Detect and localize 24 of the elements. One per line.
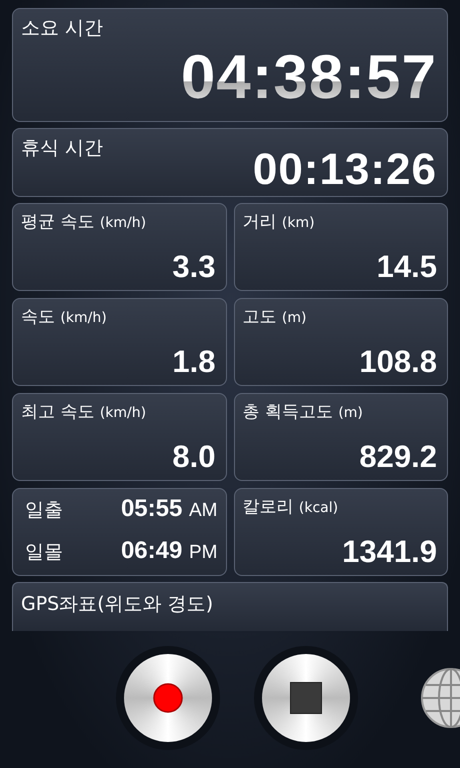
time-value: 00:13:26 bbox=[252, 148, 437, 192]
sun-time: 05:55 AM bbox=[120, 494, 218, 523]
record-dot-icon bbox=[153, 683, 183, 714]
stat-label: 거리 (km) bbox=[242, 210, 315, 233]
card-label: 휴식 시간 bbox=[21, 136, 104, 161]
stat-value: 1341.9 bbox=[342, 536, 437, 567]
stat-value: 1.8 bbox=[172, 346, 216, 377]
sun-time: 06:49 PM bbox=[120, 536, 218, 565]
stop-square-icon bbox=[290, 682, 322, 714]
gps-label: GPS좌표(위도와 경도) bbox=[21, 592, 214, 617]
card-label: 소요 시간 bbox=[21, 16, 104, 41]
stat-label: 속도 (km/h) bbox=[21, 306, 107, 328]
stat-value: 3.3 bbox=[172, 250, 216, 282]
sun-label: 일출 bbox=[25, 498, 63, 523]
stat-label: 평균 속도 (km/h) bbox=[21, 210, 146, 233]
stat-label: 칼로리 (kcal) bbox=[242, 496, 338, 518]
stat-label: 총 획득고도 (m) bbox=[242, 400, 363, 423]
sun-label: 일몰 bbox=[25, 540, 63, 565]
stat-label: 고도 (m) bbox=[242, 306, 306, 328]
stat-value: 8.0 bbox=[172, 440, 216, 472]
stat-value: 829.2 bbox=[359, 440, 437, 472]
stat-value: 14.5 bbox=[376, 250, 437, 282]
stat-label: 최고 속도 (km/h) bbox=[21, 400, 146, 423]
stat-value: 108.8 bbox=[359, 346, 437, 377]
